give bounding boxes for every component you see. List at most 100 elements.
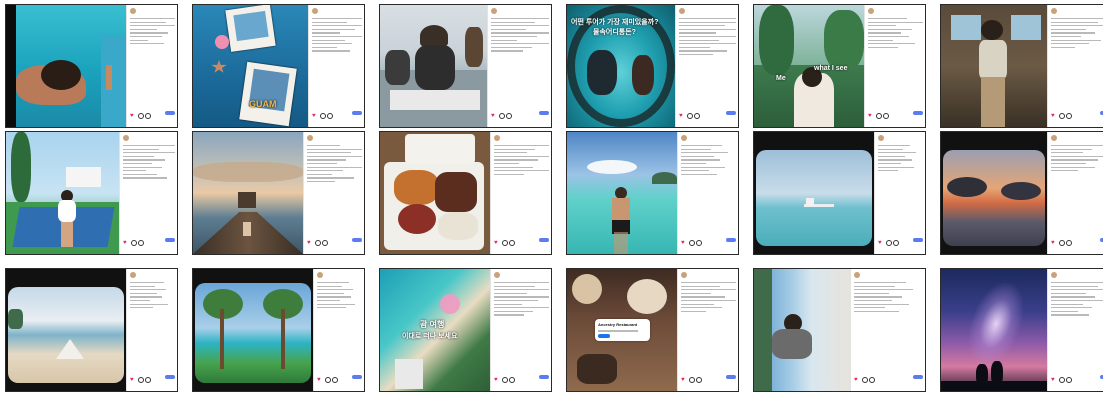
post-comment-button[interactable] — [165, 111, 175, 115]
post-tile-9[interactable]: ♥ — [379, 131, 552, 255]
comment-icon[interactable] — [320, 113, 326, 119]
avatar[interactable] — [123, 135, 129, 141]
heart-icon[interactable]: ♥ — [494, 377, 498, 383]
post-photo[interactable] — [193, 132, 303, 254]
heart-icon[interactable]: ♥ — [307, 240, 311, 246]
comment-icon[interactable] — [138, 377, 144, 383]
post-comment-button[interactable] — [165, 238, 175, 242]
post-comment-button[interactable] — [539, 375, 549, 379]
avatar[interactable] — [130, 272, 136, 278]
heart-icon[interactable]: ♥ — [868, 113, 872, 119]
avatar[interactable] — [312, 8, 318, 14]
comment-icon[interactable] — [131, 240, 137, 246]
post-photo[interactable] — [754, 269, 850, 391]
post-photo[interactable] — [193, 269, 313, 391]
share-icon[interactable] — [509, 240, 515, 246]
post-tile-3[interactable]: ♥ — [379, 4, 552, 128]
heart-icon[interactable]: ♥ — [681, 377, 685, 383]
post-comment-button[interactable] — [352, 375, 362, 379]
post-tile-8[interactable]: ♥ — [192, 131, 365, 255]
avatar[interactable] — [854, 272, 860, 278]
post-photo[interactable] — [380, 5, 487, 127]
comment-icon[interactable] — [1059, 113, 1065, 119]
share-icon[interactable] — [694, 113, 700, 119]
share-icon[interactable] — [893, 240, 899, 246]
heart-icon[interactable]: ♥ — [130, 377, 134, 383]
heart-icon[interactable]: ♥ — [491, 113, 495, 119]
heart-icon[interactable]: ♥ — [123, 240, 127, 246]
post-photo[interactable] — [941, 132, 1047, 254]
heart-icon[interactable]: ♥ — [1051, 377, 1055, 383]
post-photo[interactable] — [754, 132, 874, 254]
share-icon[interactable] — [145, 377, 151, 383]
post-photo[interactable]: 괌 여행 이대로 떠나 보세요 — [380, 269, 490, 391]
comment-icon[interactable] — [862, 377, 868, 383]
post-photo[interactable]: GUAM — [193, 5, 308, 127]
heart-icon[interactable]: ♥ — [679, 113, 683, 119]
heart-icon[interactable]: ♥ — [1051, 240, 1055, 246]
heart-icon[interactable]: ♥ — [681, 240, 685, 246]
avatar[interactable] — [1051, 135, 1057, 141]
avatar[interactable] — [494, 135, 500, 141]
heart-icon[interactable]: ♥ — [130, 113, 134, 119]
post-comment-button[interactable] — [165, 375, 175, 379]
comment-icon[interactable] — [876, 113, 882, 119]
heart-icon[interactable]: ♥ — [317, 377, 321, 383]
post-tile-14[interactable]: ♥ — [192, 268, 365, 392]
comment-icon[interactable] — [138, 113, 144, 119]
share-icon[interactable] — [509, 377, 515, 383]
comment-icon[interactable] — [1059, 240, 1065, 246]
avatar[interactable] — [307, 135, 313, 141]
post-photo[interactable] — [941, 5, 1047, 127]
comment-icon[interactable] — [502, 377, 508, 383]
share-icon[interactable] — [506, 113, 512, 119]
post-tile-6[interactable]: ♥ — [940, 4, 1103, 128]
post-tile-12[interactable]: ♥ — [940, 131, 1103, 255]
comment-icon[interactable] — [502, 240, 508, 246]
avatar[interactable] — [1051, 8, 1057, 14]
share-icon[interactable] — [1066, 240, 1072, 246]
post-comment-button[interactable] — [913, 375, 923, 379]
post-tile-1[interactable]: ♥ — [5, 4, 178, 128]
place-card[interactable]: Ancestry Restaurant — [595, 319, 650, 341]
post-tile-17[interactable]: ♥ — [753, 268, 926, 392]
avatar[interactable] — [878, 135, 884, 141]
post-tile-2[interactable]: GUAM ♥ — [192, 4, 365, 128]
share-icon[interactable] — [138, 240, 144, 246]
post-photo[interactable] — [941, 269, 1047, 391]
post-photo[interactable] — [380, 132, 490, 254]
post-tile-4[interactable]: 어떤 투어가 가장 재미있을까? 물속어디통돈? ♥ — [566, 4, 739, 128]
post-tile-5[interactable]: Me what I see ♥ — [753, 4, 926, 128]
post-comment-button[interactable] — [352, 111, 362, 115]
post-photo[interactable] — [567, 132, 677, 254]
share-icon[interactable] — [332, 377, 338, 383]
post-comment-button[interactable] — [726, 375, 736, 379]
heart-icon[interactable]: ♥ — [312, 113, 316, 119]
comment-icon[interactable] — [315, 240, 321, 246]
post-photo[interactable] — [6, 5, 126, 127]
post-comment-button[interactable] — [913, 238, 923, 242]
avatar[interactable] — [679, 8, 685, 14]
comment-icon[interactable] — [689, 377, 695, 383]
share-icon[interactable] — [696, 377, 702, 383]
comment-icon[interactable] — [499, 113, 505, 119]
post-photo[interactable]: Ancestry Restaurant — [567, 269, 677, 391]
post-photo[interactable]: 어떤 투어가 가장 재미있을까? 물속어디통돈? — [567, 5, 675, 127]
post-tile-15[interactable]: 괌 여행 이대로 떠나 보세요 ♥ — [379, 268, 552, 392]
avatar[interactable] — [491, 8, 497, 14]
avatar[interactable] — [130, 8, 136, 14]
share-icon[interactable] — [1066, 113, 1072, 119]
comment-icon[interactable] — [325, 377, 331, 383]
avatar[interactable] — [681, 272, 687, 278]
post-tile-7[interactable]: ♥ — [5, 131, 178, 255]
post-tile-13[interactable]: ♥ — [5, 268, 178, 392]
share-icon[interactable] — [696, 240, 702, 246]
post-comment-button[interactable] — [352, 238, 362, 242]
share-icon[interactable] — [145, 113, 151, 119]
heart-icon[interactable]: ♥ — [854, 377, 858, 383]
avatar[interactable] — [681, 135, 687, 141]
heart-icon[interactable]: ♥ — [1051, 113, 1055, 119]
comment-icon[interactable] — [687, 113, 693, 119]
post-comment-button[interactable] — [539, 238, 549, 242]
post-photo[interactable] — [6, 269, 126, 391]
